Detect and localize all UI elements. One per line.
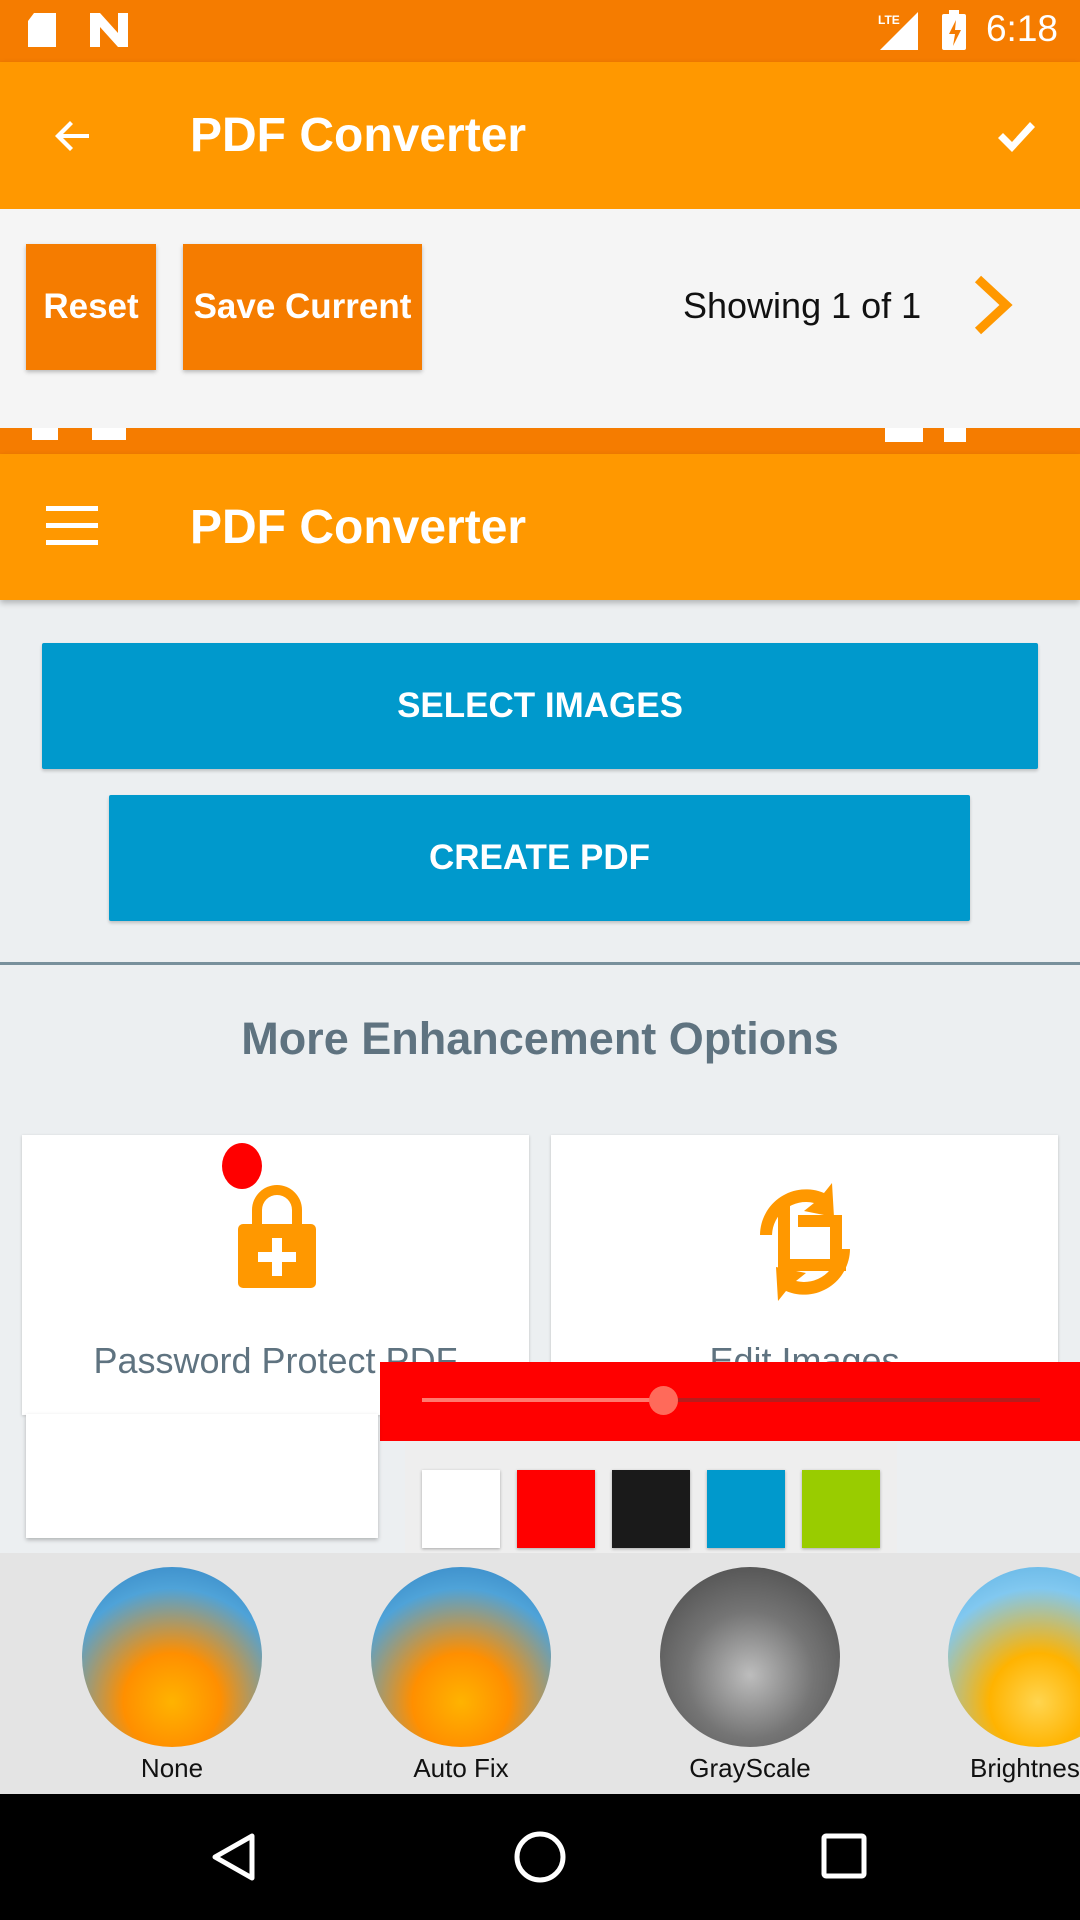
background-status-bar [0,428,1080,454]
next-page-icon[interactable] [972,275,1014,335]
color-swatch-blue[interactable] [707,1470,785,1548]
svg-text:LTE: LTE [878,13,900,27]
app-title: PDF Converter [190,501,527,554]
edit-bar: Reset Save Current Showing 1 of 1 [0,209,1080,428]
brush-size-thumb[interactable] [648,1386,678,1415]
battery-icon [944,428,966,442]
filter-label: None [140,1753,204,1783]
filter-thumb-brightness[interactable] [948,1567,1080,1747]
main-toolbar: PDF Converter [0,454,1080,600]
select-images-button[interactable]: SELECT IMAGES [42,643,1038,769]
sd-card-icon [28,13,56,47]
sd-card-icon [32,428,58,440]
back-arrow-icon[interactable] [48,112,98,160]
n-notification-icon [90,13,128,47]
color-swatch-black[interactable] [612,1470,690,1548]
recents-nav-icon[interactable] [820,1832,868,1880]
back-nav-icon[interactable] [210,1832,256,1882]
filter-label: Auto Fix [413,1753,509,1783]
page-indicator: Showing 1 of 1 [683,285,922,326]
reset-button[interactable]: Reset [26,244,156,370]
signal-icon [885,428,923,442]
filter-strip: None Auto Fix GrayScale Brightness [0,1553,1080,1794]
filter-thumb-auto-fix[interactable] [371,1567,551,1747]
color-palette [405,1442,897,1553]
filter-label: Brightness [970,1753,1080,1783]
color-swatch-white[interactable] [422,1470,500,1548]
lte-signal-icon: LTE [878,12,918,50]
home-nav-icon[interactable] [513,1830,567,1884]
create-pdf-button[interactable]: CREATE PDF [109,795,970,921]
color-swatch-green[interactable] [802,1470,880,1548]
status-time: 6:18 [985,8,1058,49]
divider [0,962,1080,965]
battery-charging-icon [942,10,966,50]
editor-toolbar: PDF Converter [0,62,1080,209]
brush-size-fill [422,1398,664,1402]
brush-preview [26,1414,378,1538]
navigation-bar [0,1794,1080,1920]
filter-label: GrayScale [689,1753,811,1783]
n-notification-icon [92,428,126,440]
status-bar: LTE 6:18 [0,0,1080,62]
filter-thumb-grayscale[interactable] [660,1567,840,1747]
page-title: PDF Converter [190,109,527,162]
brush-dot [222,1143,262,1189]
checkmark-icon[interactable] [990,112,1042,160]
filter-thumb-none[interactable] [82,1567,262,1747]
lock-plus-icon [238,1185,316,1288]
brush-size-bar [380,1362,1080,1441]
section-title: More Enhancement Options [241,1013,839,1064]
color-swatch-red[interactable] [517,1470,595,1548]
menu-icon[interactable] [46,506,98,546]
save-current-button[interactable]: Save Current [183,244,422,370]
crop-rotate-icon [760,1183,850,1301]
